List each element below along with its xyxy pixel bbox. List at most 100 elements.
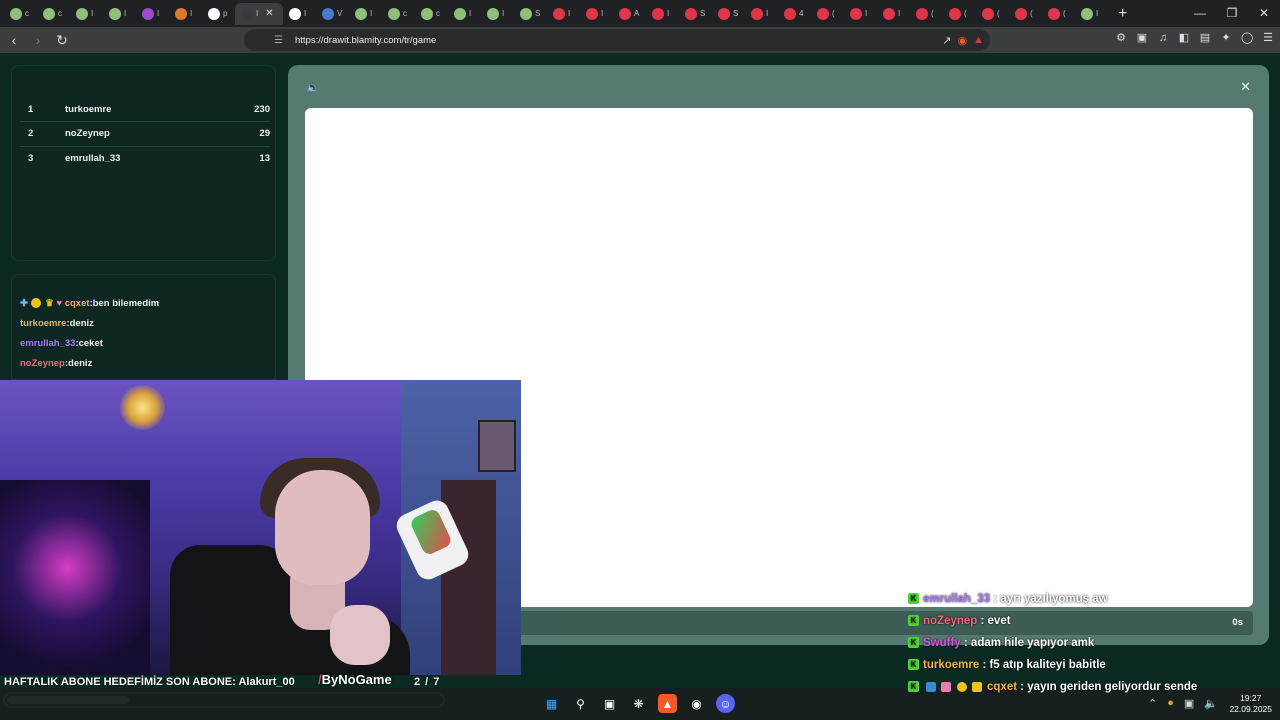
browser-tab[interactable]: I <box>103 3 136 25</box>
chatgpt-icon[interactable]: ❋ <box>629 694 648 713</box>
obs-icon[interactable]: ◉ <box>687 694 706 713</box>
stream-chat-message: Kemrullah_33 : ayrı yazılıyomuş aw <box>908 593 1108 605</box>
back-icon[interactable]: ‹ <box>4 32 24 48</box>
search-icon[interactable]: ⚲ <box>571 694 590 713</box>
browser-tab[interactable]: I <box>1075 3 1108 25</box>
browser-tab[interactable]: I <box>646 3 679 25</box>
kick-icon: K <box>908 637 919 649</box>
browser-tab[interactable]: V <box>316 3 349 25</box>
chat-message: emrullah_33:ceket <box>20 338 103 349</box>
chat-username: cqxet <box>64 298 90 309</box>
tab-title: I <box>157 9 160 18</box>
chat-message: ✚ ♛ ♥ cqxet:ben bilemedim <box>20 298 159 309</box>
browser-tab[interactable]: S <box>712 3 745 25</box>
close-window-icon[interactable]: ✕ <box>1248 0 1280 27</box>
browser-tab[interactable]: I <box>481 3 514 25</box>
tab-favicon-icon <box>355 7 367 20</box>
new-tab-button[interactable]: + <box>1118 5 1127 23</box>
browser-tab[interactable]: I <box>745 3 778 25</box>
chat-username: turkoemre <box>20 318 67 329</box>
discord-icon[interactable]: ☺ <box>716 694 735 713</box>
reload-icon[interactable]: ↻ <box>52 32 72 49</box>
browser-tab[interactable]: ( <box>811 3 844 25</box>
close-icon[interactable]: ✕ <box>1240 79 1251 95</box>
tab-close-icon[interactable]: ✕ <box>265 8 273 19</box>
clock[interactable]: 19:27 22.09.2025 <box>1229 693 1272 715</box>
browser-tab[interactable]: I <box>844 3 877 25</box>
browser-tab[interactable]: ( <box>1009 3 1042 25</box>
browser-tab[interactable]: I <box>283 3 316 25</box>
tab-title: I <box>502 9 505 18</box>
rewards-icon[interactable]: ▲ <box>973 34 984 46</box>
timer-value: 0s <box>1232 617 1243 628</box>
minimize-icon[interactable]: — <box>1184 0 1216 27</box>
browser-tab[interactable]: c <box>382 3 415 25</box>
url-input[interactable]: ☰ https://drawit.blamity.com/tr/game ↗ ◉… <box>244 29 990 51</box>
browser-tab[interactable]: I <box>448 3 481 25</box>
taskbar-apps: ▦ ⚲ ▣ ❋ ▲ ◉ ☺ <box>542 694 735 713</box>
leaderboard-rank: 2 <box>28 128 34 139</box>
leaderboard-score: 230 <box>254 103 270 115</box>
puzzle-icon[interactable]: ⚙ <box>1115 32 1127 44</box>
webcam-lamp <box>120 385 165 430</box>
browser-tab[interactable]: S <box>679 3 712 25</box>
stream-chat-text: : adam hile yapıyor amk <box>960 637 1095 649</box>
tab-favicon-icon <box>1015 7 1027 20</box>
window-controls: — ❐ ✕ <box>1184 0 1280 27</box>
microphone-icon[interactable]: ● <box>1167 697 1174 710</box>
speaker-icon[interactable]: 🔈 <box>306 81 320 94</box>
browser-tab[interactable]: p <box>202 3 235 25</box>
tab-title: S <box>700 9 706 18</box>
share-icon[interactable]: ↗ <box>942 34 951 47</box>
brave-browser-icon[interactable]: ▲ <box>658 694 677 713</box>
site-info-icon[interactable]: ☰ <box>274 35 283 46</box>
tab-favicon-icon <box>208 7 220 20</box>
browser-tab[interactable]: ( <box>976 3 1009 25</box>
stream-chat-username: Swuffy <box>923 637 961 649</box>
volume-icon[interactable]: 🔈 <box>1204 697 1218 710</box>
browser-tab[interactable]: 4 <box>778 3 811 25</box>
tab-title: ( <box>997 9 1000 18</box>
leaderboard-rank: 3 <box>28 153 34 164</box>
browser-tab[interactable]: ( <box>943 3 976 25</box>
forward-icon[interactable]: › <box>28 32 48 48</box>
windows-start-icon[interactable]: ▦ <box>542 694 561 713</box>
screenshot-icon[interactable]: ▣ <box>1136 32 1148 44</box>
shield-icon[interactable]: ◉ <box>958 34 968 47</box>
wallet-icon[interactable]: ▤ <box>1199 32 1211 44</box>
browser-tab[interactable]: I <box>580 3 613 25</box>
browser-tab[interactable]: I <box>877 3 910 25</box>
browser-tab[interactable]: A <box>613 3 646 25</box>
browser-tab[interactable]: I <box>136 3 169 25</box>
leo-icon[interactable]: ✦ <box>1220 32 1232 44</box>
browser-tab[interactable]: I ✕ <box>235 2 283 25</box>
kick-icon: K <box>908 615 919 627</box>
tab-favicon-icon <box>421 7 433 20</box>
sword-icon: ✚ <box>20 298 28 309</box>
tab-title: c <box>25 9 29 18</box>
task-view-icon[interactable]: ▣ <box>600 694 619 713</box>
browser-tab[interactable]: I <box>547 3 580 25</box>
restore-icon[interactable]: ❐ <box>1216 0 1248 27</box>
browser-tab[interactable]: c <box>415 3 448 25</box>
sidebar-icon[interactable]: ◧ <box>1178 32 1190 44</box>
browser-tab[interactable]: I <box>169 3 202 25</box>
display-icon[interactable]: ▣ <box>1184 697 1194 710</box>
browser-tab[interactable]: S <box>514 3 547 25</box>
browser-tab[interactable]: c <box>37 3 70 25</box>
menu-icon[interactable]: ☰ <box>1262 32 1274 44</box>
music-icon[interactable]: ♫ <box>1157 32 1169 44</box>
chat-username: emrullah_33 <box>20 338 76 349</box>
game-chat-panel: ✚ ♛ ♥ cqxet:ben bilemedim turkoemre:deni… <box>11 274 276 380</box>
tab-title: S <box>733 9 739 18</box>
vpn-icon[interactable]: ◯ <box>1241 32 1253 44</box>
browser-tab[interactable]: I <box>349 3 382 25</box>
browser-tab[interactable]: ( <box>910 3 943 25</box>
tab-favicon-icon <box>43 7 55 20</box>
chevron-up-icon[interactable]: ⌃ <box>1148 697 1157 710</box>
stream-chat-text: : f5 atıp kaliteyi babitle <box>979 659 1106 671</box>
browser-tab[interactable]: c <box>4 3 37 25</box>
browser-tab[interactable]: I <box>70 3 103 25</box>
tab-title: I <box>370 9 373 18</box>
browser-tab[interactable]: ( <box>1042 3 1075 25</box>
